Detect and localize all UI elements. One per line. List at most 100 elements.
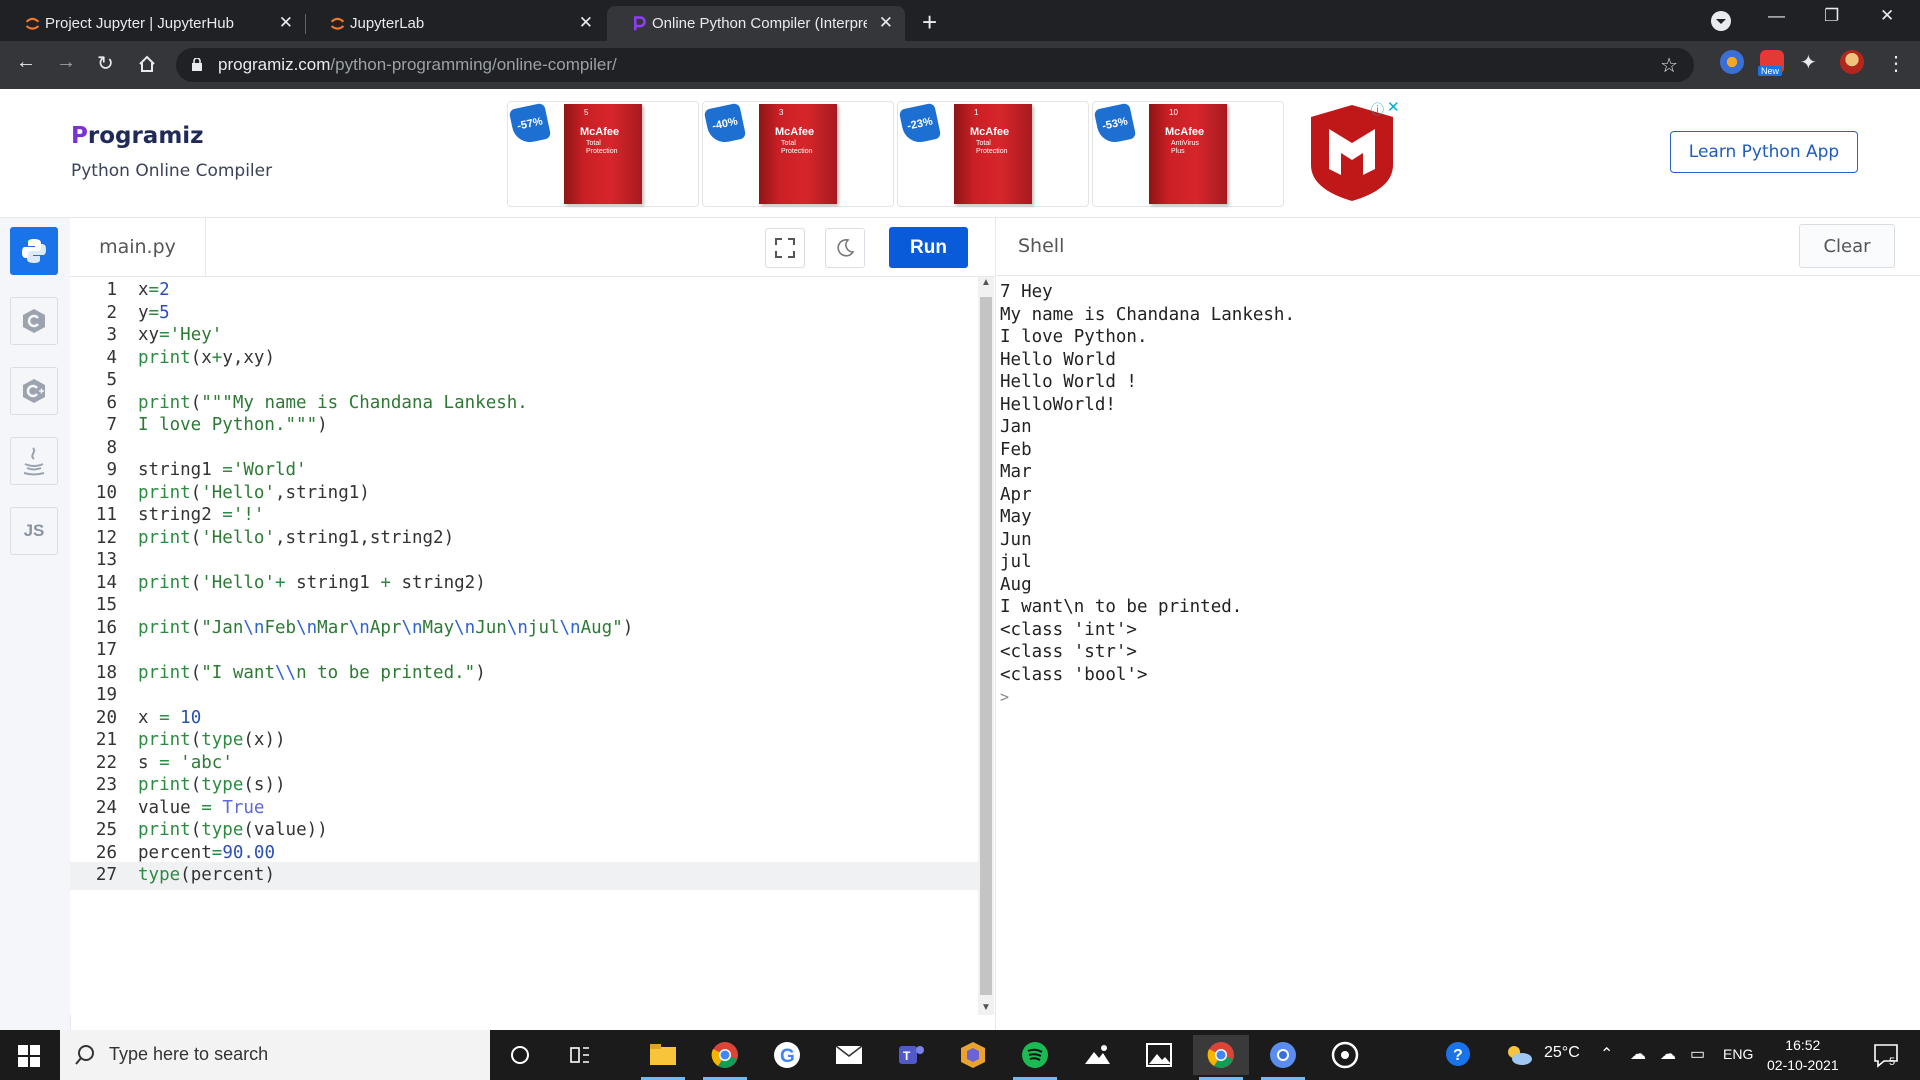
cortana-icon[interactable] bbox=[492, 1035, 548, 1075]
clear-button[interactable]: Clear bbox=[1799, 224, 1895, 268]
svg-text:G: G bbox=[780, 1046, 795, 1067]
sidebar-item-javascript[interactable]: JS bbox=[10, 507, 58, 555]
js-label: JS bbox=[23, 521, 45, 540]
google-icon[interactable]: G bbox=[759, 1035, 815, 1075]
discount-badge: -57% bbox=[508, 102, 552, 146]
taskbar-search[interactable]: Type here to search bbox=[60, 1030, 490, 1080]
programiz-logo[interactable]: Programiz bbox=[71, 123, 204, 149]
help-icon[interactable]: ? bbox=[1444, 1040, 1472, 1073]
shell-output[interactable]: 7 Hey My name is Chandana Lankesh. I love … bbox=[995, 277, 1920, 1030]
code-text[interactable]: type(percent) bbox=[138, 862, 275, 890]
cpp-icon bbox=[23, 379, 45, 403]
windows-taskbar: Type here to search G T ? 25°C ⌃ ☁ ☁ ▭ E… bbox=[0, 1030, 1920, 1080]
close-tab-icon[interactable]: ✕ bbox=[579, 13, 593, 33]
spotify-icon[interactable] bbox=[1007, 1035, 1063, 1080]
close-tab-icon[interactable]: ✕ bbox=[279, 13, 293, 33]
ad-info-icon[interactable]: ⓘ bbox=[1371, 99, 1384, 118]
sidebar-item-c[interactable] bbox=[10, 297, 58, 345]
extensions-puzzle-icon[interactable]: ✦ bbox=[1800, 50, 1824, 74]
ad-close-icon[interactable]: ✕ bbox=[1387, 98, 1400, 116]
browser-toolbar: ← → ↻ programiz.com/python-programming/o… bbox=[0, 41, 1920, 89]
windows-start-icon[interactable] bbox=[18, 1045, 40, 1067]
ad-product-card[interactable]: -57% 5 McAfee Total Protection bbox=[507, 101, 699, 207]
product-box-image: 10 McAfee AntiVirus Plus bbox=[1149, 104, 1227, 204]
discount-badge: -53% bbox=[1093, 102, 1137, 146]
file-explorer-icon[interactable] bbox=[635, 1035, 691, 1080]
bookmark-star-icon[interactable]: ☆ bbox=[1660, 53, 1678, 78]
c-language-icon bbox=[23, 309, 45, 333]
lock-icon bbox=[192, 58, 202, 71]
display-icon[interactable]: ▭ bbox=[1690, 1044, 1705, 1064]
task-view-icon[interactable] bbox=[552, 1035, 608, 1075]
avatar[interactable] bbox=[1840, 50, 1864, 74]
browser-tab-bar: Project Jupyter | JupyterHub ✕ JupyterLa… bbox=[0, 0, 1920, 41]
ad-product-card[interactable]: -53% 10 McAfee AntiVirus Plus bbox=[1092, 101, 1284, 207]
cloud-sync-icon[interactable]: ☁ bbox=[1660, 1044, 1676, 1064]
code-editor[interactable]: 1 x=2 2 y=5 3 xy='Hey' 4 print(x+y,xy) 5 6 print("… bbox=[70, 277, 978, 1015]
menu-dots-icon[interactable]: ⋮ bbox=[1886, 51, 1906, 76]
tab-jupyterhub[interactable]: Project Jupyter | JupyterHub ✕ bbox=[0, 6, 305, 41]
input-language[interactable]: ENG bbox=[1723, 1046, 1753, 1062]
ad-product-card[interactable]: -40% 3 McAfee Total Protection bbox=[702, 101, 894, 207]
ad-banner[interactable]: -57% 5 McAfee Total Protection -40% 3 Mc… bbox=[507, 99, 1400, 207]
office-icon[interactable] bbox=[945, 1035, 1001, 1075]
tab-title: Project Jupyter | JupyterHub bbox=[45, 15, 234, 32]
chrome-icon[interactable] bbox=[697, 1035, 753, 1080]
search-placeholder: Type here to search bbox=[109, 1044, 269, 1064]
mail-icon[interactable] bbox=[821, 1035, 877, 1075]
svg-text:?: ? bbox=[1453, 1047, 1463, 1064]
extension-icon[interactable] bbox=[1720, 50, 1744, 74]
learn-python-app-button[interactable]: Learn Python App bbox=[1670, 131, 1858, 173]
onedrive-icon[interactable]: ☁ bbox=[1630, 1044, 1646, 1064]
svg-text:T: T bbox=[903, 1049, 911, 1063]
new-tab-button[interactable]: + bbox=[922, 7, 937, 38]
teams-icon[interactable]: T bbox=[883, 1035, 939, 1075]
editor-scrollbar[interactable]: ▲ ▼ bbox=[978, 277, 994, 1015]
close-tab-icon[interactable]: ✕ bbox=[879, 13, 893, 33]
shell-prompt[interactable]: > bbox=[1000, 684, 1009, 712]
language-sidebar: JS bbox=[0, 218, 71, 1030]
close-window-icon[interactable]: ✕ bbox=[1880, 6, 1894, 26]
file-tab[interactable]: main.py bbox=[70, 218, 206, 276]
sidebar-item-python[interactable] bbox=[10, 227, 58, 275]
weather-temp[interactable]: 25°C bbox=[1544, 1044, 1580, 1062]
chromium-icon[interactable] bbox=[1255, 1035, 1311, 1080]
sidebar-item-cpp[interactable] bbox=[10, 367, 58, 415]
editor-header: main.py Run bbox=[70, 218, 995, 277]
jupyter-icon bbox=[330, 17, 345, 30]
tray-chevron-up-icon[interactable]: ⌃ bbox=[1600, 1044, 1613, 1064]
shell-title: Shell bbox=[1018, 235, 1065, 257]
media-player-icon[interactable] bbox=[1317, 1035, 1373, 1075]
tab-search-icon[interactable] bbox=[1710, 10, 1732, 32]
home-icon[interactable] bbox=[137, 54, 157, 74]
output-line: <class 'bool'> bbox=[1000, 664, 1148, 685]
tab-jupyterlab[interactable]: JupyterLab ✕ bbox=[305, 6, 605, 41]
product-box-image: 1 McAfee Total Protection bbox=[954, 104, 1032, 204]
site-header: Programiz Python Online Compiler -57% 5 … bbox=[0, 89, 1920, 218]
image-viewer-icon[interactable] bbox=[1131, 1035, 1187, 1075]
run-button[interactable]: Run bbox=[889, 227, 968, 268]
scroll-down-icon[interactable]: ▼ bbox=[981, 1002, 991, 1013]
reload-icon[interactable]: ↻ bbox=[97, 51, 114, 76]
fullscreen-button[interactable] bbox=[765, 228, 805, 268]
notifications-icon[interactable]: 5 bbox=[1872, 1042, 1900, 1073]
ad-product-card[interactable]: -23% 1 McAfee Total Protection bbox=[897, 101, 1089, 207]
address-bar[interactable]: programiz.com/python-programming/online-… bbox=[176, 48, 1694, 82]
java-icon bbox=[23, 447, 45, 476]
back-icon[interactable]: ← bbox=[16, 51, 36, 74]
system-clock[interactable]: 16:52 02-10-2021 bbox=[1767, 1035, 1839, 1075]
chrome-active-icon[interactable] bbox=[1193, 1035, 1249, 1080]
restore-icon[interactable]: ❐ bbox=[1824, 6, 1839, 26]
dark-mode-button[interactable] bbox=[825, 228, 865, 268]
forward-icon[interactable]: → bbox=[56, 51, 76, 74]
line-number: 27 bbox=[95, 865, 117, 885]
code-line[interactable]: 27 type(percent) bbox=[70, 862, 978, 890]
moon-icon bbox=[837, 239, 855, 257]
minimize-icon[interactable]: — bbox=[1768, 6, 1785, 26]
tab-online-python-compiler[interactable]: Online Python Compiler (Interpre ✕ bbox=[607, 6, 905, 41]
scroll-up-icon[interactable]: ▲ bbox=[981, 277, 991, 288]
photos-app-icon[interactable] bbox=[1069, 1035, 1125, 1075]
extension-new-icon[interactable]: New bbox=[1758, 50, 1784, 76]
sidebar-item-java[interactable] bbox=[10, 437, 58, 485]
scrollbar-thumb[interactable] bbox=[980, 297, 992, 995]
